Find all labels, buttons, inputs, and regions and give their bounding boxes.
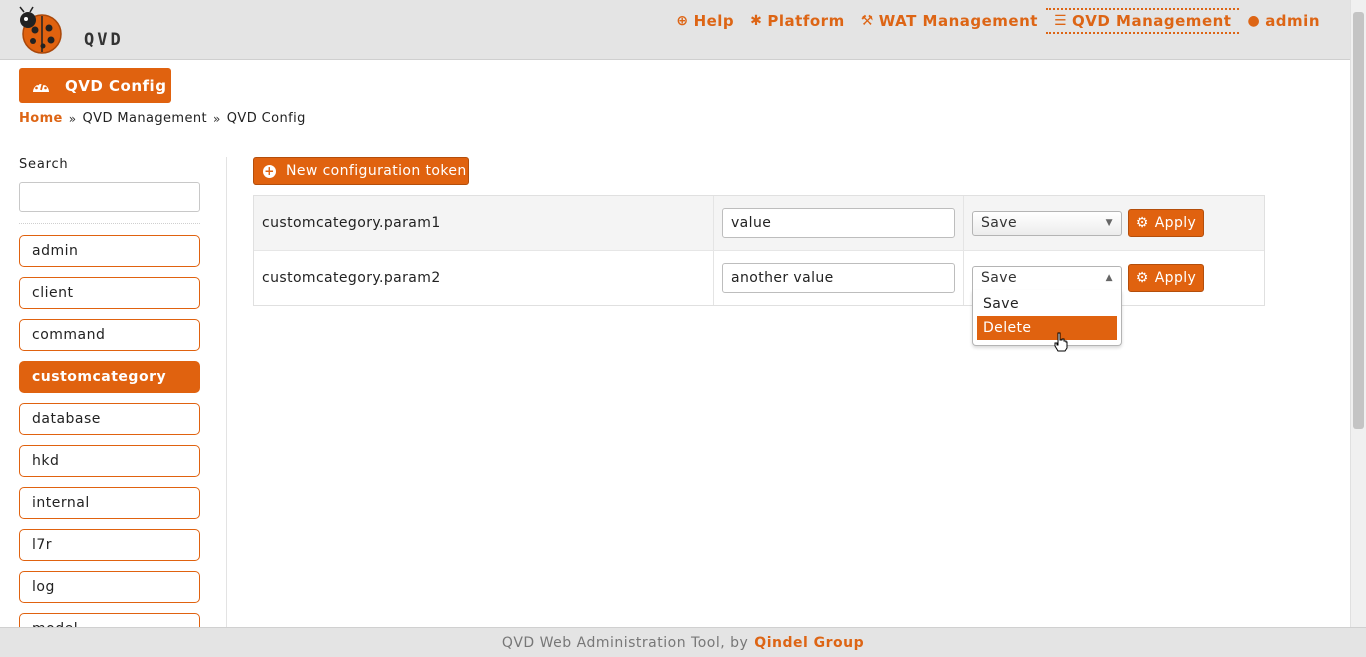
action-select-value: Save	[981, 215, 1017, 231]
qvd-logo[interactable]: QVD	[18, 6, 128, 56]
nav-wat-management[interactable]: ⚒ WAT Management	[853, 8, 1046, 34]
ladybug-icon	[19, 6, 62, 54]
sliders-icon: ☰	[1053, 13, 1068, 29]
lifebuoy-icon: ⊕	[676, 13, 689, 29]
nav-platform[interactable]: ✱ Platform	[742, 8, 853, 34]
nav-platform-label: Platform	[767, 12, 845, 30]
apply-button[interactable]: ⚙ Apply	[1128, 264, 1204, 292]
token-key: customcategory.param1	[254, 196, 714, 250]
hand-cursor-icon	[1054, 332, 1068, 352]
action-dropdown-menu: Save Delete	[972, 290, 1122, 346]
nav-qvd-management-label: QVD Management	[1072, 12, 1232, 30]
dashboard-icon	[33, 82, 49, 92]
category-client[interactable]: client	[19, 277, 200, 309]
category-admin[interactable]: admin	[19, 235, 200, 267]
nav-help-label: Help	[693, 12, 735, 30]
token-key: customcategory.param2	[254, 251, 714, 305]
top-header: QVD ⊕ Help ✱ Platform ⚒ WAT Management ☰…	[0, 0, 1350, 60]
action-select[interactable]: Save ▲	[972, 265, 1122, 291]
token-value-cell: value	[714, 196, 964, 250]
footer-text: QVD Web Administration Tool, by	[501, 634, 749, 651]
footer-brand-link[interactable]: Qindel Group	[754, 635, 864, 651]
caret-down-icon: ▼	[1105, 218, 1113, 228]
apply-button-label: Apply	[1154, 215, 1197, 231]
scrollbar-thumb[interactable]	[1353, 12, 1364, 429]
category-hkd[interactable]: hkd	[19, 445, 200, 477]
breadcrumb-separator-icon: »	[213, 111, 221, 126]
search-divider	[19, 223, 200, 224]
category-internal[interactable]: internal	[19, 487, 200, 519]
action-select[interactable]: Save ▼	[972, 210, 1122, 236]
gear-icon: ⚙	[1135, 215, 1149, 231]
apply-button-label: Apply	[1154, 270, 1197, 286]
nav-wat-management-label: WAT Management	[878, 12, 1038, 30]
wrench-icon: ⚒	[860, 13, 874, 29]
nav-qvd-management[interactable]: ☰ QVD Management	[1045, 8, 1240, 34]
table-row: customcategory.param1 value Save ▼ ⚙ App…	[254, 196, 1264, 251]
gear-icon: ⚙	[1135, 270, 1149, 286]
dropdown-option-save[interactable]: Save	[977, 292, 1117, 316]
category-database[interactable]: database	[19, 403, 200, 435]
action-select-value: Save	[981, 270, 1017, 286]
token-actions-cell: Save ▼ ⚙ Apply	[964, 196, 1264, 250]
apply-button[interactable]: ⚙ Apply	[1128, 209, 1204, 237]
category-list: admin client command customcategory data…	[19, 235, 200, 655]
nav-admin-label: admin	[1265, 12, 1320, 30]
category-command[interactable]: command	[19, 319, 200, 351]
top-navigation: ⊕ Help ✱ Platform ⚒ WAT Management ☰ QVD…	[668, 8, 1328, 34]
nav-help[interactable]: ⊕ Help	[668, 8, 742, 34]
user-icon: ●	[1247, 13, 1261, 29]
page-title-text: QVD Config	[65, 76, 167, 95]
token-value-cell: another value	[714, 251, 964, 305]
page-title: QVD Config	[19, 68, 171, 103]
new-configuration-token-button[interactable]: + New configuration token	[253, 157, 469, 185]
breadcrumb-separator-icon: »	[68, 111, 77, 126]
category-l7r[interactable]: l7r	[19, 529, 200, 561]
category-log[interactable]: log	[19, 571, 200, 603]
category-customcategory[interactable]: customcategory	[19, 361, 200, 393]
nav-admin[interactable]: ● admin	[1239, 8, 1328, 34]
search-label: Search	[19, 157, 69, 172]
dropdown-option-delete[interactable]: Delete	[977, 316, 1117, 340]
breadcrumb-home[interactable]: Home	[19, 111, 63, 126]
footer: QVD Web Administration Tool, by Qindel G…	[0, 627, 1366, 657]
plus-circle-icon: +	[263, 164, 276, 178]
logo-text: QVD	[84, 30, 124, 50]
token-value-input[interactable]: value	[722, 208, 955, 238]
sidebar-divider	[226, 157, 227, 627]
breadcrumb-current: QVD Config	[226, 111, 306, 126]
bug-icon: ✱	[750, 13, 763, 29]
breadcrumb: Home » QVD Management » QVD Config	[19, 111, 306, 126]
breadcrumb-qvd-management[interactable]: QVD Management	[83, 111, 208, 126]
caret-up-icon: ▲	[1105, 273, 1113, 283]
page-scrollbar[interactable]	[1350, 0, 1366, 627]
new-configuration-token-label: New configuration token	[286, 163, 467, 179]
token-value-input[interactable]: another value	[722, 263, 955, 293]
search-input[interactable]	[19, 182, 200, 212]
